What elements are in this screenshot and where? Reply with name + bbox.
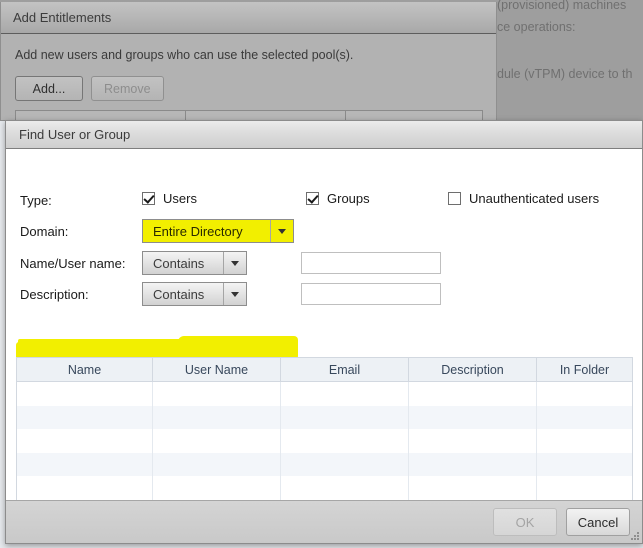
table-cell	[153, 405, 281, 429]
add-entitlements-description: Add new users and groups who can use the…	[15, 48, 354, 62]
add-button[interactable]: Add...	[15, 76, 83, 101]
table-cell	[537, 406, 632, 430]
description-operator-value: Contains	[153, 286, 205, 302]
resize-grip[interactable]	[629, 530, 639, 540]
table-cell	[409, 452, 537, 476]
results-table-header: Name User Name Email Description In Folder	[17, 358, 632, 382]
table-cell	[281, 429, 409, 453]
table-cell	[281, 452, 409, 476]
type-label: Type:	[20, 193, 52, 208]
description-label: Description:	[20, 287, 89, 302]
table-cell	[153, 429, 281, 453]
ok-button: OK	[493, 508, 557, 536]
table-cell	[537, 429, 632, 453]
table-cell	[281, 405, 409, 429]
checkbox-groups[interactable]: Groups	[306, 191, 370, 206]
table-row[interactable]	[17, 476, 632, 500]
table-row[interactable]	[17, 452, 632, 477]
table-row[interactable]	[17, 382, 632, 406]
results-column-header[interactable]: Description	[409, 358, 537, 381]
table-cell	[17, 476, 153, 500]
results-table: Name User Name Email Description In Folder	[16, 357, 633, 522]
background-doc-line: dule (vTPM) device to th	[497, 67, 633, 81]
add-entitlements-body: Add new users and groups who can use the…	[1, 34, 496, 101]
table-cell	[17, 429, 153, 453]
table-cell	[153, 452, 281, 476]
table-cell	[537, 453, 632, 477]
cancel-button[interactable]: Cancel	[566, 508, 630, 536]
checkbox-unauthenticated-users[interactable]: Unauthenticated users	[448, 191, 599, 206]
checkbox-label-groups: Groups	[327, 191, 370, 206]
table-cell	[281, 476, 409, 500]
checkbox-label-unauthenticated-users: Unauthenticated users	[469, 191, 600, 206]
table-cell	[537, 476, 632, 500]
table-cell	[17, 382, 153, 406]
table-cell	[409, 382, 537, 406]
name-user-name-label: Name/User name:	[20, 256, 126, 271]
domain-dropdown[interactable]: Entire Directory	[142, 219, 294, 243]
add-entitlements-titlebar: Add Entitlements	[1, 2, 496, 34]
add-entitlements-window: Add Entitlements Add new users and group…	[0, 2, 497, 121]
domain-label: Domain:	[20, 224, 69, 239]
table-cell	[281, 382, 409, 406]
results-column-header[interactable]: Name	[17, 358, 153, 381]
results-column-header[interactable]: In Folder	[537, 358, 632, 381]
find-dialog-footer: OK Cancel	[6, 500, 642, 543]
background-doc-line: ce operations:	[497, 20, 576, 34]
table-cell	[17, 452, 153, 476]
results-column-header[interactable]: User Name	[153, 358, 281, 381]
background-doc-line: (provisioned) machines	[497, 0, 627, 12]
name-search-input[interactable]	[301, 252, 441, 274]
add-entitlements-buttons: Add... Remove	[15, 76, 482, 101]
results-column-header[interactable]: Email	[281, 358, 409, 381]
find-dialog-body: Type: Users Groups Unauthenticated users…	[6, 149, 642, 522]
table-cell	[409, 429, 537, 453]
checkbox-users[interactable]: Users	[142, 191, 197, 206]
checkbox-label-users: Users	[163, 191, 197, 206]
chevron-down-icon[interactable]	[223, 283, 246, 305]
table-row[interactable]	[17, 405, 632, 430]
remove-button: Remove	[91, 76, 164, 101]
name-operator-dropdown[interactable]: Contains	[142, 251, 247, 275]
find-dialog-titlebar[interactable]: Find User or Group	[6, 121, 642, 149]
table-cell	[409, 476, 537, 500]
find-dialog-title: Find User or Group	[19, 127, 131, 142]
table-cell	[153, 476, 281, 500]
description-operator-dropdown[interactable]: Contains	[142, 282, 247, 306]
name-operator-value: Contains	[153, 255, 205, 271]
checkbox-box-unauthenticated-users[interactable]	[448, 192, 461, 205]
table-cell	[537, 382, 632, 406]
checkbox-box-groups[interactable]	[306, 192, 319, 205]
add-entitlements-title: Add Entitlements	[13, 10, 112, 25]
table-cell	[153, 382, 281, 406]
find-user-or-group-dialog: Find User or Group Type: Users Groups Un…	[5, 120, 643, 544]
checkbox-box-users[interactable]	[142, 192, 155, 205]
chevron-down-icon[interactable]	[223, 252, 246, 274]
chevron-down-icon[interactable]	[270, 220, 293, 242]
description-search-input[interactable]	[301, 283, 441, 305]
table-cell	[17, 405, 153, 429]
table-cell	[409, 405, 537, 429]
domain-dropdown-value: Entire Directory	[153, 223, 243, 239]
table-row[interactable]	[17, 429, 632, 453]
